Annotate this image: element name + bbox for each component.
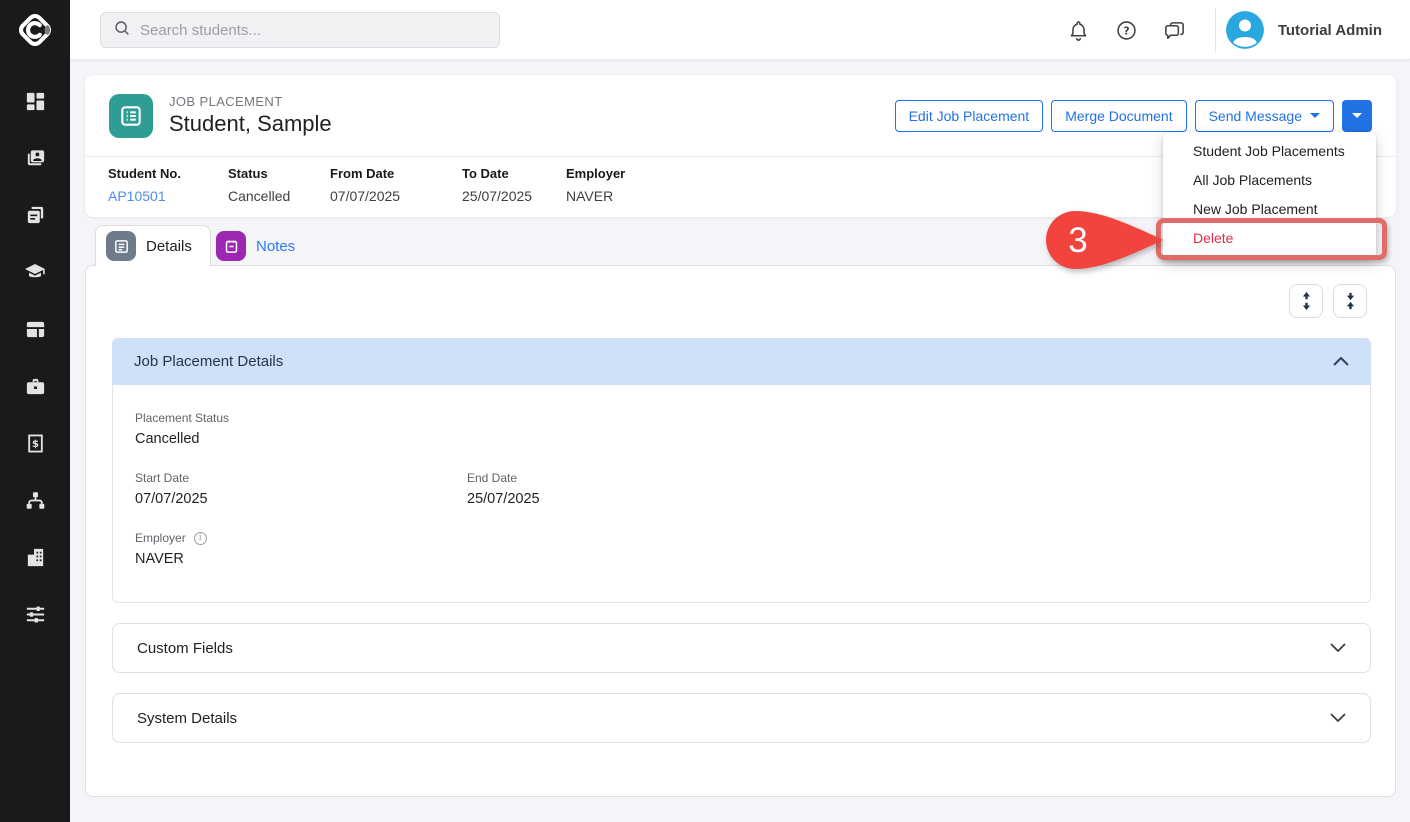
chevron-down-icon [1352, 113, 1362, 118]
search-box[interactable] [100, 12, 500, 48]
chevron-up-icon [1333, 353, 1349, 371]
topbar-right: ? Tutorial Admin [1059, 0, 1410, 60]
job-placement-details-header[interactable]: Job Placement Details [112, 338, 1371, 385]
header-actions: Edit Job Placement Merge Document Send M… [895, 100, 1372, 132]
sidebar-item-records[interactable] [16, 200, 54, 230]
edit-job-placement-button[interactable]: Edit Job Placement [895, 100, 1044, 132]
topbar-divider [1215, 8, 1216, 52]
details-tab-icon [106, 231, 136, 261]
summary-employer: Employer NAVER [566, 166, 625, 204]
sidebar-item-organisations[interactable] [16, 542, 54, 572]
student-no-link[interactable]: AP10501 [108, 188, 181, 204]
summary-student-no: Student No. AP10501 [108, 166, 181, 204]
field-placement-status: Placement Status Cancelled [135, 411, 229, 447]
sidebar: $ [0, 0, 70, 822]
svg-text:?: ? [1124, 25, 1130, 37]
search-input[interactable] [140, 22, 487, 39]
job-placement-details-section: Job Placement Details Placement Status C… [112, 338, 1371, 603]
summary-status: Status Cancelled [228, 166, 290, 204]
chevron-down-icon [1310, 113, 1320, 118]
more-actions-menu: Student Job Placements All Job Placement… [1163, 132, 1376, 259]
entity-type-label: JOB PLACEMENT [169, 94, 332, 109]
sidebar-item-invoices[interactable]: $ [16, 428, 54, 458]
sidebar-nav: $ [0, 60, 70, 629]
messages-chat-icon[interactable] [1155, 10, 1195, 50]
chevron-down-icon [1330, 709, 1346, 727]
info-icon[interactable]: i [194, 532, 207, 545]
user-name[interactable]: Tutorial Admin [1278, 22, 1382, 39]
page-title: Student, Sample [169, 111, 332, 137]
notifications-bell-icon[interactable] [1059, 10, 1099, 50]
menu-item-delete[interactable]: Delete [1163, 224, 1376, 253]
menu-item-all-job-placements[interactable]: All Job Placements [1163, 166, 1376, 195]
merge-document-button[interactable]: Merge Document [1051, 100, 1186, 132]
field-start-date: Start Date 07/07/2025 [135, 471, 467, 507]
step-number: 3 [1068, 221, 1087, 260]
sidebar-item-students[interactable] [16, 143, 54, 173]
notes-tab-icon [216, 231, 246, 261]
menu-item-student-job-placements[interactable]: Student Job Placements [1163, 137, 1376, 166]
details-tab-panel: Job Placement Details Placement Status C… [85, 265, 1396, 797]
help-icon[interactable]: ? [1107, 10, 1147, 50]
custom-fields-section-header[interactable]: Custom Fields [112, 623, 1371, 673]
field-employer: Employeri NAVER [135, 531, 207, 567]
sidebar-item-programs[interactable] [16, 314, 54, 344]
tab-notes[interactable]: Notes [216, 228, 295, 264]
app-screen: $ ? [0, 0, 1410, 822]
sidebar-item-settings[interactable] [16, 599, 54, 629]
sidebar-item-dashboard[interactable] [16, 86, 54, 116]
more-actions-button[interactable] [1342, 100, 1372, 132]
sidebar-item-agents[interactable] [16, 485, 54, 515]
summary-from-date: From Date 07/07/2025 [330, 166, 400, 204]
svg-text:$: $ [32, 438, 39, 449]
collapse-all-button[interactable] [1333, 284, 1367, 318]
user-avatar[interactable] [1226, 11, 1264, 49]
search-icon [113, 19, 131, 42]
sidebar-item-courses[interactable] [16, 257, 54, 287]
topbar: ? Tutorial Admin [70, 0, 1410, 60]
menu-item-new-job-placement[interactable]: New Job Placement [1163, 195, 1376, 224]
system-details-section-header[interactable]: System Details [112, 693, 1371, 743]
summary-to-date: To Date 25/07/2025 [462, 166, 532, 204]
send-message-button[interactable]: Send Message [1195, 100, 1334, 132]
chevron-down-icon [1330, 639, 1346, 657]
sidebar-item-job-placements[interactable] [16, 371, 54, 401]
expand-all-button[interactable] [1289, 284, 1323, 318]
job-placement-details-body: Placement Status Cancelled Start Date 07… [112, 385, 1371, 603]
job-placement-icon [109, 94, 153, 138]
tab-details[interactable]: Details [95, 225, 211, 266]
app-logo-icon[interactable] [0, 0, 70, 60]
field-end-date: End Date 25/07/2025 [467, 471, 799, 507]
